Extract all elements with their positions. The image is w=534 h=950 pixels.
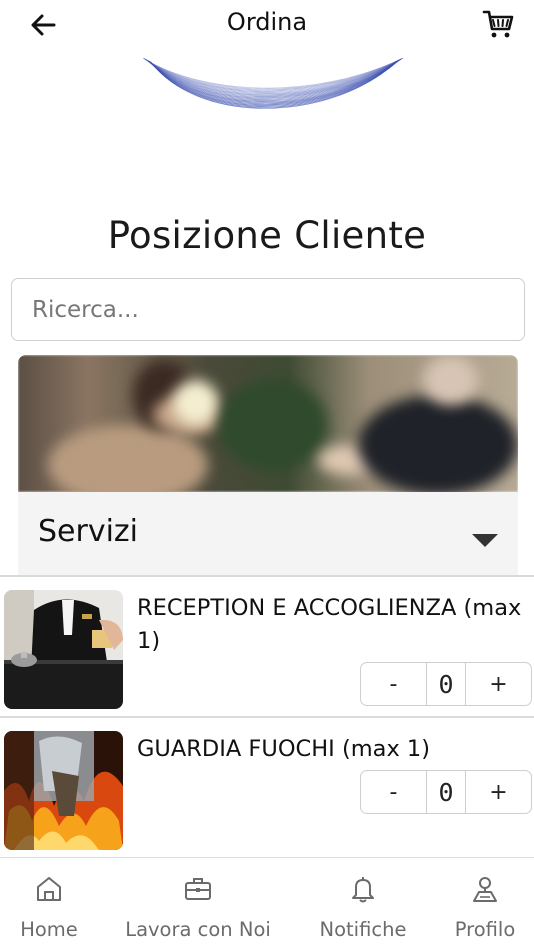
- decrement-button[interactable]: -: [361, 771, 426, 813]
- category-hero-image: [18, 355, 518, 492]
- quantity-stepper: - 0 +: [360, 770, 532, 814]
- nav-item-profilo[interactable]: Profilo: [446, 858, 524, 950]
- nav-label: Home: [20, 918, 78, 941]
- quantity-value: 0: [426, 663, 466, 705]
- user-pin-icon: [470, 874, 500, 904]
- nav-item-lavora-con-noi[interactable]: Lavora con Noi: [117, 858, 279, 950]
- category-header[interactable]: Servizi: [18, 492, 518, 575]
- nav-label: Lavora con Noi: [125, 918, 271, 941]
- cart-button[interactable]: [480, 6, 516, 42]
- shopping-cart-icon: [482, 10, 514, 38]
- nav-item-home[interactable]: Home: [8, 858, 90, 950]
- bell-icon: [348, 874, 378, 904]
- quantity-value: 0: [426, 771, 466, 813]
- increment-button[interactable]: +: [466, 663, 531, 705]
- bottom-navigation: Home Lavora con Noi Notifiche Profilo: [0, 857, 534, 950]
- nav-label: Notifiche: [319, 918, 407, 941]
- caret-down-icon[interactable]: [472, 534, 498, 547]
- top-app-bar: Ordina: [0, 0, 534, 48]
- nav-item-notifiche[interactable]: Notifiche: [312, 858, 414, 950]
- service-list-item: GUARDIA FUOCHI (max 1) - 0 +: [0, 717, 534, 857]
- quantity-stepper: - 0 +: [360, 662, 532, 706]
- service-name: GUARDIA FUOCHI (max 1): [137, 736, 431, 762]
- logo-wave-graphic: [142, 57, 404, 109]
- increment-button[interactable]: +: [466, 771, 531, 813]
- services-category-card[interactable]: Servizi: [18, 355, 518, 575]
- service-list-item: RECEPTION E ACCOGLIENZA (max 1) - 0 +: [0, 576, 534, 716]
- category-label: Servizi: [38, 514, 139, 549]
- decrement-button[interactable]: -: [361, 663, 426, 705]
- briefcase-icon: [183, 874, 213, 904]
- home-icon: [34, 874, 64, 904]
- fire-guard-thumbnail-image: [4, 731, 123, 850]
- service-name: RECEPTION E ACCOGLIENZA (max 1): [137, 595, 522, 654]
- search-input[interactable]: [11, 278, 525, 341]
- app-bar-title: Ordina: [226, 8, 308, 36]
- nav-label: Profilo: [454, 918, 516, 941]
- page-title: Posizione Cliente: [107, 214, 427, 257]
- reception-thumbnail-image: [4, 590, 123, 709]
